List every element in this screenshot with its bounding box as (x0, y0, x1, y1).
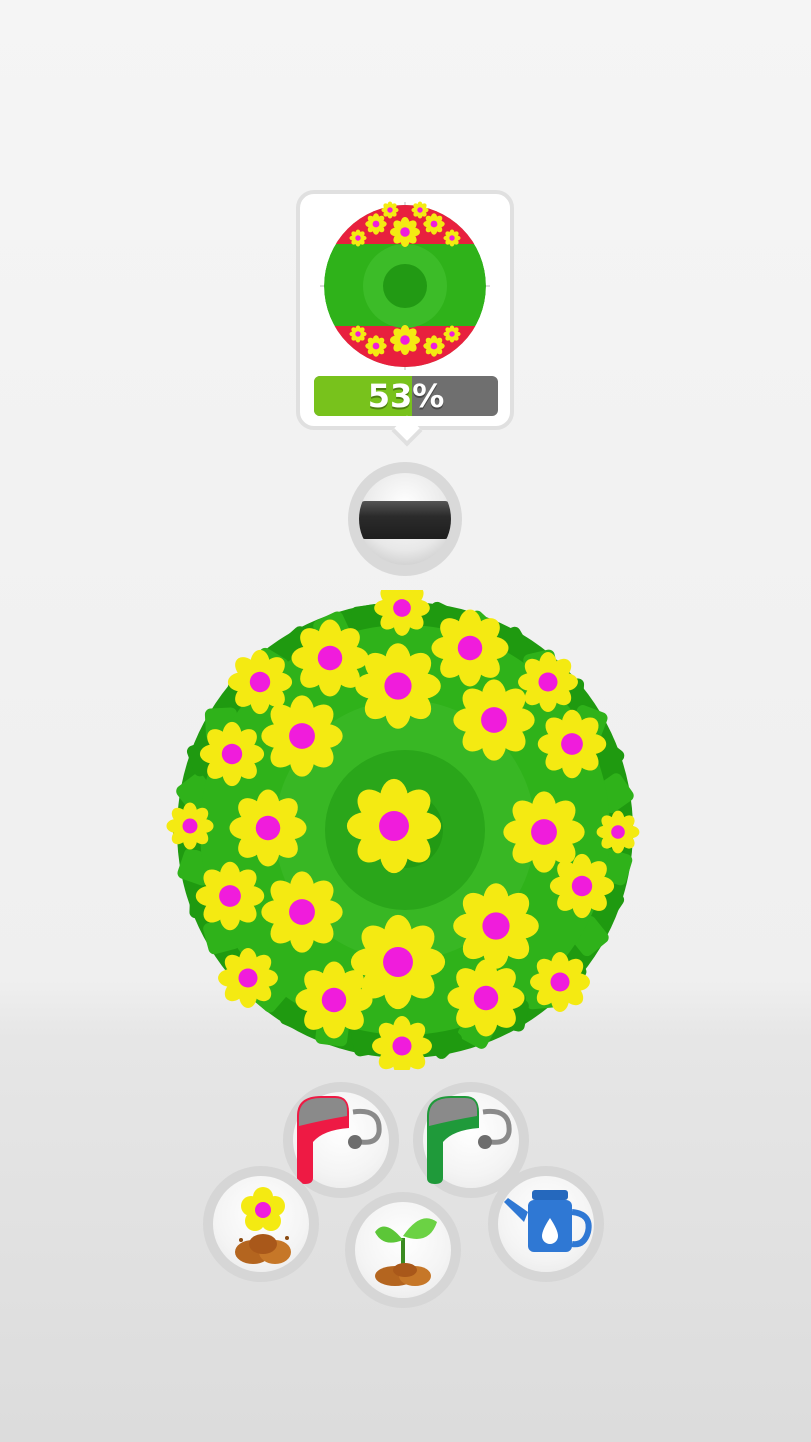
bush-flower (218, 948, 278, 1008)
progress-percent-label: 53% (367, 377, 445, 415)
target-flower (365, 335, 387, 357)
rotate-knob-icon (359, 473, 451, 565)
bush-flower (453, 883, 539, 969)
target-card: 53% (296, 190, 514, 447)
bush-flower (227, 649, 293, 715)
bush-flower (166, 802, 214, 850)
bush-flower (199, 721, 265, 787)
bush-flower (537, 709, 607, 779)
bush-flower (530, 952, 590, 1012)
bush-flower (261, 871, 343, 953)
card-pointer (391, 415, 423, 447)
sprout-button[interactable] (345, 1192, 461, 1308)
target-flower (381, 201, 399, 219)
target-flower (411, 201, 429, 219)
completion-progress-bar: 53% (314, 376, 498, 416)
bush-flower (453, 679, 535, 761)
target-preview-image (320, 201, 490, 370)
bush-flower (261, 695, 343, 777)
flower-bush[interactable] (160, 590, 650, 1070)
sprout-icon (375, 1218, 437, 1286)
watering-can-icon (504, 1190, 592, 1252)
rotate-handle[interactable] (348, 462, 462, 576)
target-flower (443, 325, 461, 343)
flower-seeds-button[interactable] (203, 1166, 319, 1282)
target-flower (423, 213, 445, 235)
bush-flower (518, 652, 578, 712)
bush-flower (346, 778, 442, 874)
target-flower (365, 213, 387, 235)
watering-can-button[interactable] (488, 1166, 604, 1282)
bush-flower (295, 961, 373, 1039)
bush-flower (355, 643, 441, 729)
target-flower (390, 217, 420, 247)
target-flower (390, 325, 420, 355)
target-flower (349, 229, 367, 247)
target-flower (443, 229, 461, 247)
bush-flower (596, 810, 640, 854)
flower-seed-icon (235, 1187, 291, 1264)
bush-flower (195, 861, 265, 931)
bush-flower (431, 609, 509, 687)
bush-flower (503, 791, 585, 873)
target-flower (349, 325, 367, 343)
knob-band (359, 501, 451, 539)
bush-flower (549, 853, 615, 919)
target-flower (423, 335, 445, 357)
bush-flower (229, 789, 307, 867)
bush-flower (447, 959, 525, 1037)
